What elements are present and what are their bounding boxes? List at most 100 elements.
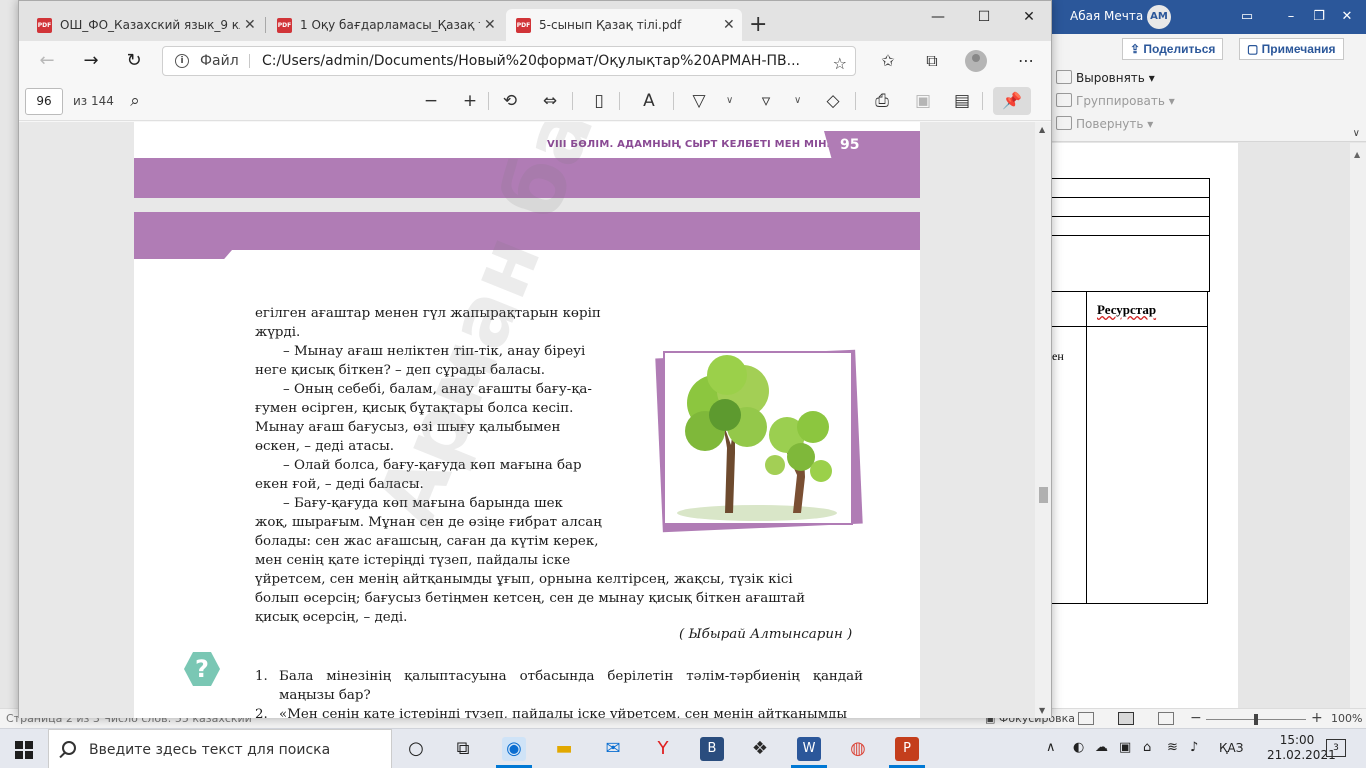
zoom-in-icon[interactable]: +	[458, 89, 482, 113]
chrome-icon[interactable]: ◍	[846, 737, 870, 761]
tab-1[interactable]: PDF ОШ_ФО_Казахский язык_9 класс ✕	[27, 9, 263, 41]
group-button[interactable]: Группировать ▾	[1056, 91, 1175, 111]
url-text[interactable]: C:/Users/admin/Documents/Новый%20формат/…	[262, 47, 817, 75]
table-border	[1050, 235, 1210, 236]
save-as-icon[interactable]: ▤	[950, 89, 974, 113]
scroll-up-icon[interactable]: ▲	[1039, 125, 1045, 134]
draw-icon[interactable]: ▽	[687, 89, 711, 113]
text-line: неге қисық біткен? – деп сұрады баласы.	[255, 363, 546, 378]
pdf-scrollbar[interactable]	[1035, 122, 1051, 718]
close-button[interactable]: ✕	[1014, 5, 1044, 29]
info-icon[interactable]: i	[175, 54, 189, 68]
url-input[interactable]: i Файл C:/Users/admin/Documents/Новый%20…	[162, 46, 856, 76]
eraser-icon[interactable]: ◇	[821, 89, 845, 113]
minimize-button[interactable]: —	[923, 5, 953, 29]
print-layout-icon[interactable]	[1118, 712, 1134, 725]
dropbox-icon[interactable]: ❖	[748, 737, 772, 761]
pdf-viewer[interactable]: VIII БӨЛІМ. АДАМНЫҢ СЫРТ КЕЛБЕТІ МЕН МІН…	[19, 122, 1051, 718]
word-ribbon-display-icon[interactable]: ▭	[1236, 6, 1258, 28]
chevron-down-icon[interactable]: ∨	[1353, 128, 1360, 139]
web-layout-icon[interactable]	[1158, 712, 1174, 725]
scroll-down-icon[interactable]: ▼	[1039, 706, 1045, 715]
notifications-icon[interactable]: 3	[1326, 739, 1346, 757]
comment-icon: ▢	[1247, 42, 1262, 56]
tray-app-icon[interactable]: ◐	[1073, 740, 1084, 755]
highlight-icon[interactable]: ▿	[754, 89, 778, 113]
yandex-icon[interactable]: Y	[651, 737, 675, 761]
zoom-level[interactable]: 100%	[1331, 712, 1362, 725]
close-icon[interactable]: ✕	[723, 9, 735, 41]
network-icon[interactable]: ⌂	[1143, 740, 1151, 755]
save-icon[interactable]: ▣	[911, 89, 935, 113]
zoom-in-button[interactable]: +	[1311, 710, 1323, 726]
wifi-icon[interactable]: ≋	[1167, 740, 1178, 755]
refresh-button[interactable]: ↻	[120, 49, 148, 73]
maximize-button[interactable]: ☐	[969, 5, 999, 29]
cloud-icon[interactable]: ☁	[1095, 740, 1108, 755]
word-title-bar: Абая Мечта АМ ▭ – ❐ ✕	[1050, 0, 1366, 34]
text-line: – Оның себебі, балам, анау ағашты бағу-қ…	[283, 382, 592, 397]
word-restore-button[interactable]: ❐	[1308, 6, 1330, 28]
read-mode-icon[interactable]	[1078, 712, 1094, 725]
close-icon[interactable]: ✕	[484, 9, 496, 41]
clock[interactable]: 15:00 21.02.2021	[1267, 733, 1336, 763]
forward-button[interactable]: →	[77, 49, 105, 73]
rotate-icon[interactable]: ⟲	[498, 89, 522, 113]
tray-app-icon[interactable]: ▣	[1119, 740, 1131, 755]
scrollbar-thumb[interactable]	[1039, 487, 1048, 503]
pdf-page-96: егілген ағаштар менен гүл жапырақтарын к…	[134, 212, 920, 718]
volume-icon[interactable]: ♪	[1190, 740, 1198, 755]
toolbar-separator	[572, 92, 573, 110]
more-icon[interactable]: ⋯	[1014, 50, 1038, 72]
word-document-page: Ресурстар ен	[1050, 143, 1238, 708]
tab-3-active[interactable]: PDF 5-сынып Қазақ тілі.pdf ✕	[506, 9, 742, 41]
taskbar-search-input[interactable]: Введите здесь текст для поиска	[48, 729, 392, 768]
start-button[interactable]	[0, 729, 48, 768]
fit-page-icon[interactable]: ⇔	[538, 89, 562, 113]
app-b-icon[interactable]: B	[700, 737, 724, 761]
tab-2[interactable]: PDF 1 Оқу бағдарламасы_Қазақ тілі ✕	[267, 9, 503, 41]
word-close-button[interactable]: ✕	[1336, 6, 1358, 28]
pin-toolbar-icon[interactable]: 📌	[993, 87, 1031, 115]
chevron-down-icon[interactable]: ∨	[726, 91, 733, 111]
page-number-tab	[824, 131, 920, 159]
profile-icon[interactable]	[965, 50, 987, 72]
task-view-icon[interactable]: ⧉	[451, 737, 475, 761]
tray-chevron-up-icon[interactable]: ∧	[1046, 740, 1056, 755]
close-icon[interactable]: ✕	[244, 9, 256, 41]
back-button[interactable]: ←	[33, 49, 61, 73]
notes-button[interactable]: ▢ Примечания	[1239, 38, 1344, 60]
zoom-out-button[interactable]: −	[1190, 710, 1202, 726]
page-number: 95	[840, 137, 860, 153]
mail-icon[interactable]: ✉	[601, 737, 625, 761]
cortana-icon[interactable]: ○	[404, 737, 428, 761]
file-explorer-icon[interactable]: ▬	[552, 737, 576, 761]
avatar[interactable]: АМ	[1147, 5, 1171, 29]
word-scrollbar[interactable]	[1350, 143, 1366, 708]
read-aloud-icon[interactable]: A	[637, 89, 661, 113]
rotate-button[interactable]: Повернуть ▾	[1056, 114, 1153, 134]
print-icon[interactable]: ⎙	[870, 89, 894, 113]
new-tab-button[interactable]: +	[749, 9, 767, 41]
share-button[interactable]: ⇪ Поделиться	[1122, 38, 1224, 60]
page-number-input[interactable]: 96	[25, 88, 63, 115]
align-button[interactable]: Выровнять ▾	[1056, 68, 1155, 88]
search-icon[interactable]: ⌕	[123, 89, 147, 113]
edge-icon[interactable]: ◉	[502, 737, 526, 761]
zoom-out-icon[interactable]: −	[419, 89, 443, 113]
language-indicator[interactable]: ҚАЗ	[1219, 741, 1243, 755]
pdf-page-95: VIII БӨЛІМ. АДАМНЫҢ СЫРТ КЕЛБЕТІ МЕН МІН…	[134, 122, 920, 198]
powerpoint-icon[interactable]: P	[895, 737, 919, 761]
word-icon[interactable]: W	[797, 737, 821, 761]
collections-icon[interactable]: ⧉	[920, 50, 944, 72]
chevron-down-icon[interactable]: ∨	[794, 91, 801, 111]
text-line: Мынау ағаш бағусыз, өзі шығу қалыбымен	[255, 420, 561, 435]
text-line: болады: сен жас ағашсың, саған да күтім …	[255, 534, 599, 549]
word-minimize-button[interactable]: –	[1280, 6, 1302, 28]
page-view-icon[interactable]: ▯	[587, 89, 611, 113]
add-favorite-icon[interactable]: ☆	[833, 50, 847, 78]
favorites-icon[interactable]: ✩	[876, 50, 900, 72]
toolbar-separator	[673, 92, 674, 110]
scroll-up-icon[interactable]: ▲	[1354, 150, 1360, 159]
zoom-slider-thumb[interactable]	[1254, 714, 1258, 725]
